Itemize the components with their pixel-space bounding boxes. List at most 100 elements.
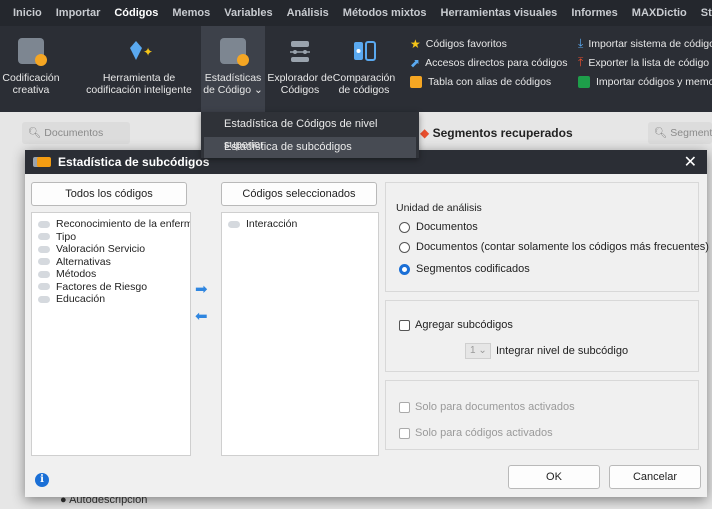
code-statistics-icon [220, 38, 249, 66]
radio-documents[interactable] [399, 221, 410, 233]
export-code-list-button[interactable]: ⤒ Exporter la lista de código [578, 53, 712, 72]
svg-text:✦: ✦ [143, 45, 152, 59]
code-comparison-icon [351, 38, 377, 64]
smart-coding-icon: ✦ [126, 38, 153, 64]
ribbon: Codificación creativa ✦ Herramienta de cod… [0, 26, 712, 112]
aggregate-subcodes-option[interactable]: Agregar subcódigos [399, 319, 513, 331]
menu-variables[interactable]: Variables [217, 7, 279, 19]
smart-coding-label-1: Herramienta de [102, 72, 176, 84]
star-icon: ★ [410, 36, 421, 51]
list-item-label: Interacción [246, 218, 298, 231]
smart-coding-tool-button[interactable]: ✦ Herramienta de codificación inteligente [80, 26, 198, 112]
segments-search-input[interactable]: 🔍︎ Segmentos [648, 122, 712, 144]
menu-informes[interactable]: Informes [564, 7, 624, 19]
aggregate-subcodes-checkbox[interactable] [399, 319, 410, 331]
menu-metodos-mixtos[interactable]: Métodos mixtos [336, 7, 434, 19]
code-tag-icon [38, 283, 50, 291]
code-explorer-icon [287, 38, 313, 64]
option-documents[interactable]: Documentos [399, 221, 478, 233]
close-icon[interactable]: ✕ [684, 152, 697, 172]
ribbon-import-group: ⤓ Importar sistema de código ⤒ Exporter la… [578, 34, 712, 91]
search-icon: 🔍︎ [28, 127, 42, 139]
cancel-button[interactable]: Cancelar [609, 465, 701, 489]
subcode-level-value: 1 [470, 345, 476, 356]
option-coded-segments[interactable]: Segmentos codificados [399, 263, 530, 275]
code-tag-icon [38, 245, 50, 253]
subcodes-panel [385, 300, 699, 372]
radio-documents-frequent[interactable] [399, 241, 410, 253]
code-statistics-button[interactable]: Estadísticas de Código ⌄ [201, 26, 265, 112]
list-item[interactable]: Métodos [38, 268, 190, 281]
list-item[interactable]: Tipo [38, 231, 190, 244]
option-documents-frequent-label: Documentos (contar solamente los códigos… [416, 241, 709, 253]
menu-stats[interactable]: Stats [694, 7, 712, 19]
creative-coding-label-1: Codificación [2, 72, 60, 84]
import-codes-memos-button[interactable]: Importar códigos y memo [578, 72, 712, 91]
menu-item-top-level-code-statistics[interactable]: Estadística de Códigos de nivel superior [204, 114, 416, 151]
menu-inicio[interactable]: Inicio [6, 7, 49, 19]
only-activated-codes-option: Solo para códigos activados [399, 427, 553, 439]
retrieved-segments-title: ◆ Segmentos recuperados [420, 126, 573, 140]
favorite-codes-button[interactable]: ★ Códigos favoritos [410, 34, 567, 53]
only-activated-documents-checkbox [399, 401, 410, 413]
selected-codes-button[interactable]: Códigos seleccionados [221, 182, 377, 206]
menu-codigos[interactable]: Códigos [107, 7, 165, 19]
code-explorer-label-1: Explorador de [267, 72, 333, 84]
code-explorer-label-2: Códigos [280, 84, 320, 96]
menu-memos[interactable]: Memos [165, 7, 217, 19]
documents-search-input[interactable]: 🔍︎ Documentos [22, 122, 130, 144]
code-comparison-label-1: Comparación [332, 72, 396, 84]
option-coded-segments-label: Segmentos codificados [416, 263, 530, 275]
import-code-system-button[interactable]: ⤓ Importar sistema de código [578, 34, 712, 53]
code-tag-icon [37, 157, 51, 167]
unit-of-analysis-title: Unidad de análisis [396, 202, 482, 214]
menu-importar[interactable]: Importar [49, 7, 108, 19]
move-right-arrow-icon[interactable]: ➡ [195, 280, 208, 298]
menu-maxdictio[interactable]: MAXDictio [625, 7, 694, 19]
list-item-label: Alternativas [56, 255, 111, 268]
code-comparison-button[interactable]: Comparación de códigos [332, 26, 396, 112]
list-item-label: Valoración Servicio [56, 243, 146, 256]
creative-coding-button[interactable]: Codificación creativa [0, 26, 62, 112]
menu-item-subcode-statistics[interactable]: Estadística de subcódigos [204, 137, 416, 158]
menu-herramientas-visuales[interactable]: Herramientas visuales [434, 7, 565, 19]
code-alias-table-button[interactable]: Tabla con alias de códigos [410, 72, 567, 91]
list-item[interactable]: Alternativas [38, 256, 190, 269]
list-item[interactable]: Educación [38, 293, 190, 306]
list-item[interactable]: Valoración Servicio [38, 243, 190, 256]
selected-codes-list[interactable]: Interacción [221, 212, 379, 456]
code-explorer-button[interactable]: Explorador de Códigos [267, 26, 333, 112]
creative-coding-icon [18, 38, 47, 66]
code-statistics-dropdown: Estadística de Códigos de nivel superior… [201, 112, 419, 158]
import-code-system-label: Importar sistema de código [588, 37, 712, 50]
alias-table-icon [410, 75, 422, 88]
only-activated-documents-label: Solo para documentos activados [415, 401, 575, 413]
all-codes-list[interactable]: Reconocimiento de la enferme Tipo Valora… [31, 212, 191, 456]
subcode-level-stepper[interactable]: 1 ⌄ [465, 343, 491, 359]
diamond-icon: ◆ [420, 126, 430, 140]
ribbon-favorites-group: ★ Códigos favoritos ⬈ Accesos directos par… [410, 34, 567, 91]
code-tag-icon [228, 220, 240, 228]
smart-coding-label-2: codificación inteligente [86, 84, 192, 96]
list-item[interactable]: Interacción [228, 218, 378, 231]
list-item[interactable]: Factores de Riesgo [38, 281, 190, 294]
code-statistics-label-1: Estadísticas [204, 72, 262, 84]
list-item-label: Educación [56, 293, 106, 306]
code-shortcuts-button[interactable]: ⬈ Accesos directos para códigos [410, 53, 567, 72]
creative-coding-label-2: creativa [12, 84, 50, 96]
option-documents-frequent[interactable]: Documentos (contar solamente los códigos… [399, 241, 709, 253]
ok-button[interactable]: OK [508, 465, 600, 489]
list-item[interactable]: Reconocimiento de la enferme [38, 218, 190, 231]
code-tag-icon [38, 258, 50, 266]
code-tag-icon [38, 295, 50, 303]
info-icon[interactable]: i [35, 473, 49, 487]
list-item-label: Factores de Riesgo [56, 280, 148, 293]
subcode-statistics-dialog: Estadística de subcódigos ✕ Todos los có… [25, 150, 709, 497]
radio-coded-segments[interactable] [399, 263, 410, 275]
excel-icon [578, 75, 590, 88]
all-codes-button[interactable]: Todos los códigos [31, 182, 187, 206]
export-code-list-label: Exporter la lista de código [588, 56, 710, 69]
menu-analisis[interactable]: Análisis [280, 7, 336, 19]
code-tag-icon [38, 233, 50, 241]
move-left-arrow-icon[interactable]: ⬅ [195, 307, 208, 325]
